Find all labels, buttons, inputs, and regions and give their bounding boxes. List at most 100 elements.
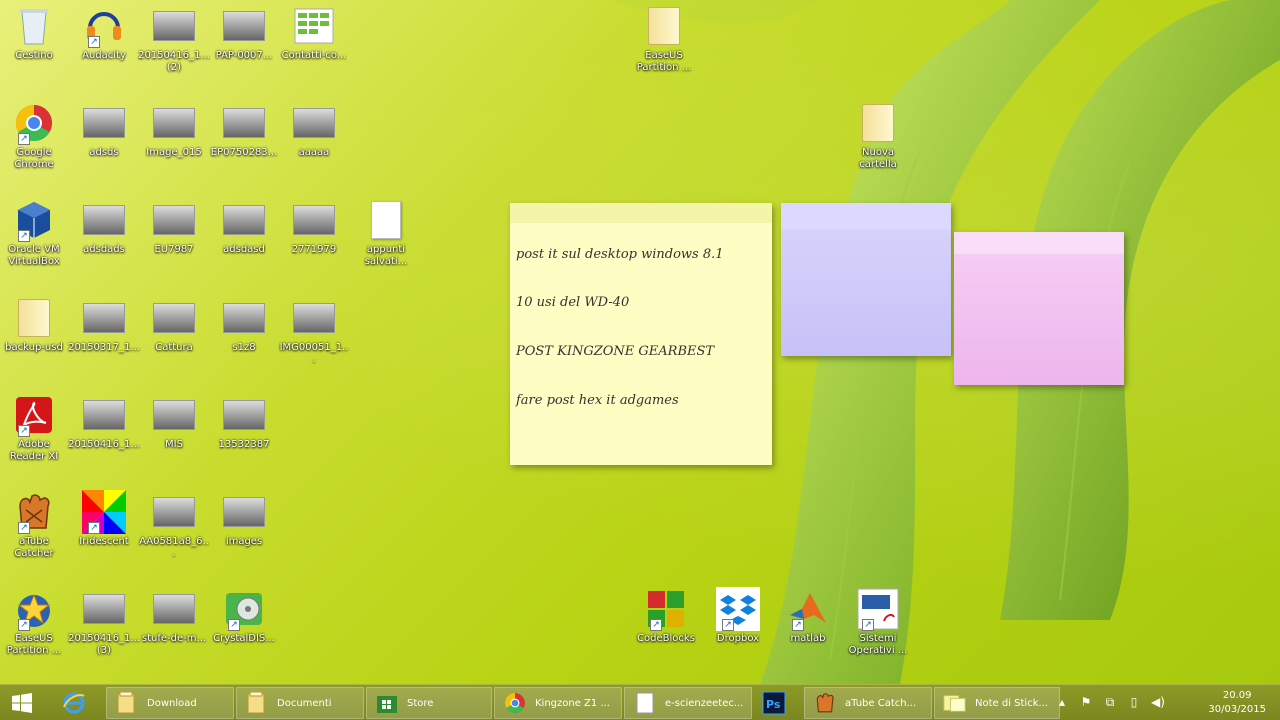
- taskbar-button[interactable]: Store: [366, 687, 492, 719]
- image-file-icon: [222, 4, 266, 48]
- atube-catcher-icon: ↗: [12, 490, 56, 534]
- taskbar-button[interactable]: e-scienzeetec...: [624, 687, 752, 719]
- image-file-icon: [82, 296, 126, 340]
- desktop-icon[interactable]: backup-usd: [0, 292, 70, 384]
- desktop-icon[interactable]: Image_015: [138, 97, 210, 189]
- desktop-icon[interactable]: MIS: [138, 389, 210, 481]
- desktop-icon[interactable]: adsds: [68, 97, 140, 189]
- desktop-icon[interactable]: AA0581a8_6...: [138, 486, 210, 578]
- desktop-icon-label: EP0750283...: [210, 147, 278, 158]
- desktop-icon[interactable]: IMG00051_1...: [278, 292, 350, 384]
- taskbar-button-label: e-scienzeetec...: [665, 697, 744, 709]
- power-icon[interactable]: ▯: [1127, 695, 1141, 709]
- taskbar-button-label: aTube Catch...: [845, 697, 917, 709]
- desktop-icon[interactable]: ↗ CodeBlocks: [630, 583, 702, 675]
- image-file-icon: [82, 587, 126, 631]
- desktop-icon[interactable]: ↗ Adobe Reader XI: [0, 389, 70, 481]
- desktop-icon[interactable]: ↗ Iridescent: [68, 486, 140, 578]
- start-button[interactable]: [6, 687, 40, 719]
- image-file-icon: [222, 198, 266, 242]
- network-icon[interactable]: ⧉: [1103, 695, 1117, 709]
- volume-icon[interactable]: ◀): [1151, 695, 1165, 709]
- taskbar-button[interactable]: Kingzone Z1 ...: [494, 687, 622, 719]
- desktop-icon[interactable]: EaseUS Partition ...: [628, 0, 700, 92]
- desktop-icon-label: EU7987: [154, 244, 194, 255]
- desktop-icon[interactable]: ↗ Google Chrome: [0, 97, 70, 189]
- desktop-icon-label: CodeBlocks: [637, 633, 695, 644]
- desktop-icon[interactable]: adsdasd: [208, 194, 280, 286]
- desktop-icon[interactable]: 20150416_1... (2): [138, 0, 210, 92]
- desktop-icon-label: IMG00051_1...: [279, 342, 349, 365]
- taskbar-button-label: Store: [407, 697, 434, 709]
- image-file-icon: [292, 296, 336, 340]
- desktop-icon[interactable]: Nuova cartella: [842, 97, 914, 189]
- desktop-icon[interactable]: s1z8: [208, 292, 280, 384]
- note-line-3[interactable]: POST KINGZONE GEARBEST: [516, 344, 714, 359]
- desktop-icon[interactable]: images: [208, 486, 280, 578]
- clock[interactable]: 20.09 30/03/2015: [1208, 689, 1266, 717]
- show-hidden-icon[interactable]: ▴: [1055, 695, 1069, 709]
- note-line-4[interactable]: fare post hex it adgames: [516, 393, 679, 408]
- desktop-icon[interactable]: 20150416_1...: [68, 389, 140, 481]
- chrome-icon: [503, 691, 527, 715]
- taskbar-button[interactable]: Ps: [754, 687, 802, 719]
- desktop-icon[interactable]: aaaaa: [278, 97, 350, 189]
- note-line-1[interactable]: post it sul desktop windows 8.1: [516, 247, 724, 262]
- sticky-note-pink[interactable]: [954, 232, 1124, 385]
- desktop[interactable]: Cestino ↗ Audacity 20150416_1... (2) PAP-000…: [0, 0, 1280, 684]
- desktop-icon-label: 20150416_1... (2): [138, 50, 210, 73]
- desktop-icon[interactable]: stufe-de-m...: [138, 583, 210, 675]
- desktop-icon[interactable]: Cattura: [138, 292, 210, 384]
- sticky-note-purple[interactable]: [781, 203, 951, 356]
- desktop-icon[interactable]: ↗ Oracle VM VirtualBox: [0, 194, 70, 286]
- internet-explorer-icon: [62, 691, 86, 715]
- image-file-icon: [292, 101, 336, 145]
- taskbar-button[interactable]: Note di Stick...: [934, 687, 1060, 719]
- desktop-icon[interactable]: ↗ matlab: [772, 583, 844, 675]
- desktop-icon[interactable]: ↗ Audacity: [68, 0, 140, 92]
- desktop-icon[interactable]: Contatti-co...: [278, 0, 350, 92]
- note-line-2[interactable]: 10 usi del WD-40: [516, 295, 629, 310]
- taskbar-button-label: Note di Stick...: [975, 697, 1049, 709]
- document-icon: [633, 691, 657, 715]
- flag-icon[interactable]: ⚑: [1079, 695, 1093, 709]
- internet-explorer-button[interactable]: [56, 687, 94, 719]
- desktop-icon[interactable]: adsdads: [68, 194, 140, 286]
- desktop-icon-label: s1z8: [232, 342, 256, 353]
- sticky-note-yellow[interactable]: post it sul desktop windows 8.1 10 usi d…: [510, 203, 772, 465]
- folder-icon: [642, 4, 686, 48]
- desktop-icon[interactable]: appunti salvati...: [350, 194, 422, 286]
- desktop-icon-label: 20150416_1... (3): [68, 633, 140, 656]
- taskbar-button[interactable]: aTube Catch...: [804, 687, 932, 719]
- atube-catcher-icon: [813, 691, 837, 715]
- taskbar-button[interactable]: Documenti: [236, 687, 364, 719]
- desktop-icon[interactable]: 2771979: [278, 194, 350, 286]
- image-file-icon: [222, 490, 266, 534]
- desktop-icon-label: 13532387: [218, 439, 270, 450]
- image-file-icon: [152, 4, 196, 48]
- desktop-icon[interactable]: 20150416_1... (3): [68, 583, 140, 675]
- desktop-icon-label: matlab: [790, 633, 826, 644]
- desktop-icon[interactable]: 20150317_1...: [68, 292, 140, 384]
- windows-logo-icon: [10, 691, 34, 715]
- easeus-icon: ↗: [12, 587, 56, 631]
- codeblocks-icon: ↗: [644, 587, 688, 631]
- desktop-icon[interactable]: PAP-0007...: [208, 0, 280, 92]
- desktop-icon-label: Iridescent: [79, 536, 129, 547]
- desktop-icon-label: appunti salvati...: [364, 244, 408, 267]
- desktop-icon[interactable]: ↗ CrystalDIS...: [208, 583, 280, 675]
- desktop-icon[interactable]: ↗ aTube Catcher: [0, 486, 70, 578]
- desktop-icon-label: adsdasd: [223, 244, 265, 255]
- desktop-icon-label: Audacity: [82, 50, 126, 61]
- desktop-icon-label: 2771979: [291, 244, 337, 255]
- taskbar-button[interactable]: Download: [106, 687, 234, 719]
- desktop-icon[interactable]: ↗ Dropbox: [702, 583, 774, 675]
- desktop-icon[interactable]: ↗ Sistemi Operativi ...: [842, 583, 914, 675]
- desktop-icon-label: Dropbox: [716, 633, 760, 644]
- desktop-icon[interactable]: ↗ EaseUS Partition ...: [0, 583, 70, 675]
- desktop-icon[interactable]: EP0750283...: [208, 97, 280, 189]
- sticky-notes-icon: [943, 691, 967, 715]
- desktop-icon[interactable]: Cestino: [0, 0, 70, 92]
- desktop-icon[interactable]: 13532387: [208, 389, 280, 481]
- desktop-icon[interactable]: EU7987: [138, 194, 210, 286]
